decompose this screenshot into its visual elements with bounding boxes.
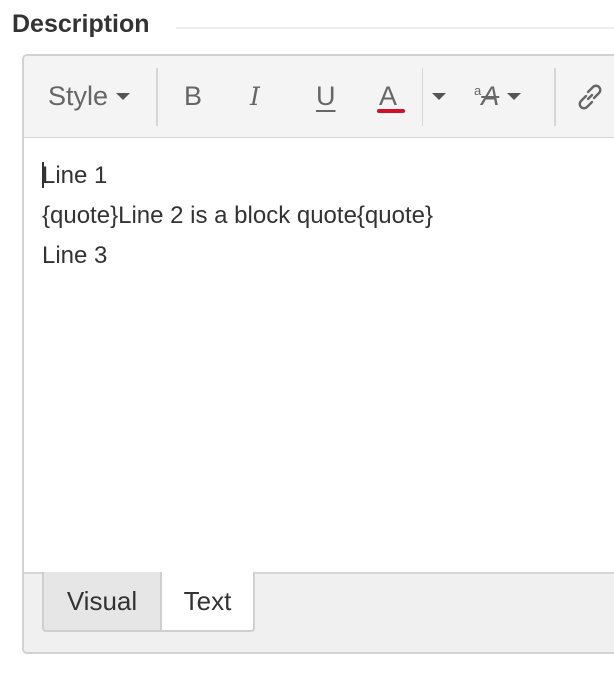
chevron-down-icon (116, 93, 131, 100)
chevron-down-icon (507, 93, 522, 100)
rich-text-editor: Style B I U A aA Line 1 {quote}Line 2 is… (22, 54, 614, 654)
font-size-icon: aA (474, 81, 499, 112)
toolbar-separator (156, 68, 158, 126)
font-size-letter: A (481, 81, 500, 111)
chevron-down-icon (432, 93, 446, 100)
color-swatch (377, 109, 405, 113)
link-button[interactable] (574, 56, 606, 137)
style-dropdown[interactable]: Style (48, 56, 131, 137)
content-line: {quote}Line 2 is a block quote{quote} (42, 202, 434, 229)
italic-button[interactable]: I (250, 56, 260, 137)
content-line: Line 1 (42, 156, 614, 196)
text-color-dropdown[interactable] (424, 56, 446, 137)
field-label: Description (12, 10, 150, 38)
toolbar-separator (554, 68, 556, 126)
font-size-dropdown[interactable]: aA (474, 56, 522, 137)
italic-icon: I (250, 82, 260, 111)
editor-textarea[interactable]: Line 1 {quote}Line 2 is a block quote{qu… (24, 138, 614, 572)
style-label: Style (48, 81, 109, 111)
tab-text[interactable]: Text (162, 572, 255, 632)
text-color-icon: A (379, 81, 398, 111)
editor-toolbar: Style B I U A aA (24, 56, 614, 139)
underline-button[interactable]: U (316, 56, 336, 137)
bold-icon: B (184, 81, 203, 111)
underline-icon: U (316, 81, 336, 111)
toolbar-separator (422, 68, 423, 126)
editor-mode-bar: Visual Text (24, 572, 614, 652)
text-color-button[interactable]: A (377, 56, 405, 137)
tab-visual[interactable]: Visual (42, 572, 162, 632)
line-text: Line 1 (42, 162, 108, 189)
content-line: Line 3 (42, 242, 108, 269)
link-icon (578, 84, 602, 109)
bold-button[interactable]: B (184, 56, 202, 137)
legend-divider (176, 27, 614, 29)
